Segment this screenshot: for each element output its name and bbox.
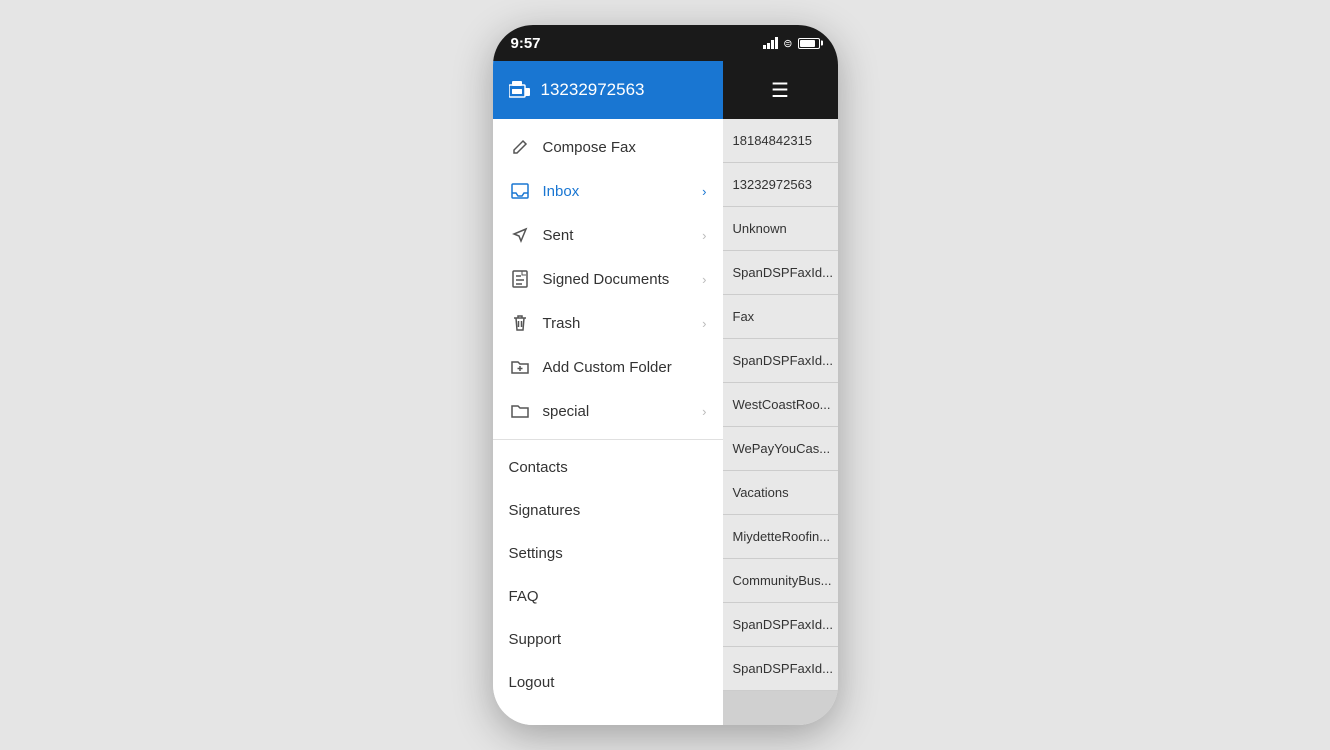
sidebar-item-label-inbox: Inbox	[543, 183, 703, 200]
right-list: 18184842315 13232972563 Unknown SpanDSPF…	[723, 119, 838, 691]
list-item[interactable]: Vacations	[723, 471, 838, 515]
list-item[interactable]: SpanDSPFaxId...	[723, 647, 838, 691]
sidebar-item-label-compose-fax: Compose Fax	[543, 139, 707, 156]
list-item[interactable]: Unknown	[723, 207, 838, 251]
status-time: 9:57	[511, 35, 541, 52]
list-item[interactable]: MiydetteRoofin...	[723, 515, 838, 559]
right-topbar: ☰	[723, 61, 838, 119]
list-item[interactable]: SpanDSPFaxId...	[723, 603, 838, 647]
chevron-right-icon-trash: ›	[702, 316, 706, 331]
sidebar-item-contacts[interactable]: Contacts	[493, 446, 723, 489]
phone-container: 9:57 ⊜	[493, 25, 838, 725]
right-panel: ☰ 18184842315 13232972563 Unknown SpanDS…	[723, 61, 838, 725]
sidebar-item-compose-fax[interactable]: Compose Fax	[493, 125, 723, 169]
sidebar-item-support[interactable]: Support	[493, 618, 723, 661]
battery-icon	[798, 38, 820, 49]
sidebar: 13232972563 Compose Fax	[493, 61, 723, 725]
inbox-icon	[509, 180, 531, 202]
phone-number: 13232972563	[541, 80, 645, 100]
sidebar-item-label-signed-documents: Signed Documents	[543, 271, 703, 288]
list-item[interactable]: WePayYouCas...	[723, 427, 838, 471]
sidebar-item-label-sent: Sent	[543, 227, 703, 244]
chevron-right-icon-inbox: ›	[702, 184, 706, 199]
list-item[interactable]: Fax	[723, 295, 838, 339]
sent-icon	[509, 224, 531, 246]
sidebar-item-special[interactable]: special ›	[493, 389, 723, 433]
sidebar-item-signed-documents[interactable]: Signed Documents ›	[493, 257, 723, 301]
sidebar-item-inbox[interactable]: Inbox ›	[493, 169, 723, 213]
chevron-right-icon-special: ›	[702, 404, 706, 419]
sidebar-item-trash[interactable]: Trash ›	[493, 301, 723, 345]
main-content: 13232972563 Compose Fax	[493, 61, 838, 725]
pencil-icon	[509, 136, 531, 158]
sidebar-header: 13232972563	[493, 61, 723, 119]
status-bar: 9:57 ⊜	[493, 25, 838, 61]
trash-icon	[509, 312, 531, 334]
sidebar-item-sent[interactable]: Sent ›	[493, 213, 723, 257]
sidebar-item-label-add-custom-folder: Add Custom Folder	[543, 359, 707, 376]
sidebar-item-label-special: special	[543, 403, 703, 420]
wifi-icon: ⊜	[783, 37, 792, 50]
folder-plus-icon	[509, 356, 531, 378]
list-item[interactable]: CommunityBus...	[723, 559, 838, 603]
fax-icon	[509, 81, 531, 99]
status-icons: ⊜	[763, 37, 819, 50]
sidebar-item-faq[interactable]: FAQ	[493, 575, 723, 618]
sidebar-item-logout[interactable]: Logout	[493, 661, 723, 704]
document-icon	[509, 268, 531, 290]
chevron-right-icon-sent: ›	[702, 228, 706, 243]
list-item[interactable]: SpanDSPFaxId...	[723, 339, 838, 383]
hamburger-icon[interactable]: ☰	[771, 78, 789, 103]
signal-icon	[763, 37, 778, 49]
list-item[interactable]: SpanDSPFaxId...	[723, 251, 838, 295]
list-item[interactable]: 18184842315	[723, 119, 838, 163]
sidebar-item-label-trash: Trash	[543, 315, 703, 332]
chevron-right-icon-signed-documents: ›	[702, 272, 706, 287]
sidebar-item-settings[interactable]: Settings	[493, 532, 723, 575]
list-item[interactable]: WestCoastRoo...	[723, 383, 838, 427]
sidebar-item-signatures[interactable]: Signatures	[493, 489, 723, 532]
icon-menu-section: Compose Fax Inbox ›	[493, 119, 723, 440]
plain-menu-section: Contacts Signatures Settings FAQ Support…	[493, 440, 723, 710]
sidebar-item-add-custom-folder[interactable]: Add Custom Folder	[493, 345, 723, 389]
folder-icon	[509, 400, 531, 422]
list-item[interactable]: 13232972563	[723, 163, 838, 207]
